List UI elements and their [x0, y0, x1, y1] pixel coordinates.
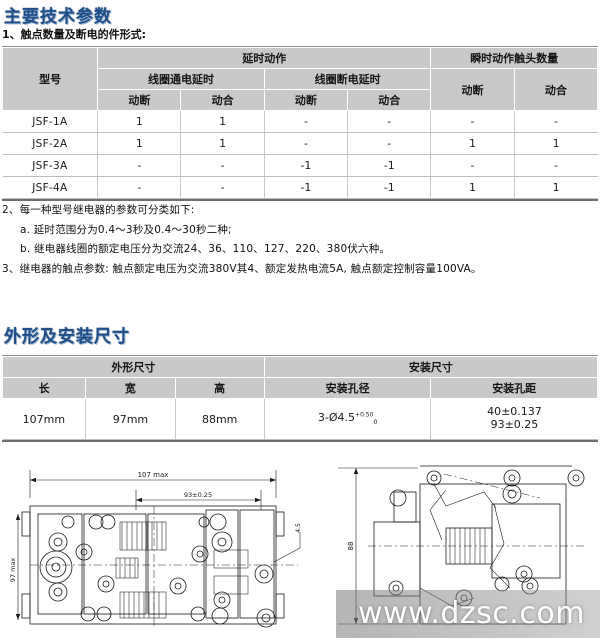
th-outline-dims: 外形尺寸 — [2, 356, 265, 378]
cell-value: -1 — [263, 154, 348, 177]
table-row: JSF-2A 1 1 - - 1 1 — [2, 132, 598, 155]
cell-height: 88mm — [174, 398, 265, 440]
watermark-text: www.dzsc.com — [358, 596, 585, 631]
technical-drawing-top-view: 107 max 93±0.25 97 max 4.5 — [8, 452, 326, 634]
th-width: 宽 — [85, 377, 176, 399]
cell-value: - — [180, 176, 265, 199]
fastener-details — [388, 469, 585, 607]
hole-pitch-line-2: 93±0.25 — [490, 418, 539, 431]
coil-hatching — [115, 521, 249, 619]
th-instant-no: 动合 — [513, 68, 599, 111]
note-item: b. 继电器线圈的额定电压分为交流24、36、110、127、220、380伏六… — [20, 243, 391, 256]
section-subtitle-parameters: 1、触点数量及断电的件形式: — [2, 28, 147, 41]
cell-length: 107mm — [2, 398, 86, 440]
th-coil-energize-delay: 线圈通电延时 — [97, 68, 265, 90]
section-title-dimensions: 外形及安装尺寸 — [4, 327, 130, 347]
center-lines — [368, 473, 586, 547]
cell-value: - — [97, 176, 181, 199]
notes-block: 2、每一种型号继电器的参数可分类如下: a. 延时范围分为0.4～3秒及0.4～… — [2, 203, 598, 282]
cell-value: - — [347, 132, 431, 155]
cell-width: 97mm — [85, 398, 176, 440]
document-page: 主要技术参数 1、触点数量及断电的件形式: 型号 延时动作 瞬时动作触头数量 线… — [0, 0, 600, 643]
cell-model: JSF-2A — [2, 132, 98, 155]
cell-value: - — [347, 110, 431, 133]
dim-label-width: 97 max — [9, 558, 17, 583]
table-header-row-1: 外形尺寸 安装尺寸 — [2, 356, 599, 378]
dimensions-table-wrapper: 外形尺寸 安装尺寸 长 宽 高 安装孔径 安装孔距 107mm 97mm 88m… — [1, 355, 599, 442]
leader-lines — [273, 532, 301, 563]
dim-label-leader: 4.5 — [295, 523, 302, 533]
table-header-row-1: 型号 延时动作 瞬时动作触头数量 — [1, 47, 598, 111]
th-length: 长 — [1, 377, 87, 399]
cell-value: - — [430, 110, 515, 133]
hole-diameter-value: 3-Ø4.5 — [317, 411, 356, 425]
cell-value: - — [430, 154, 515, 177]
dim-label-height: 88 — [347, 542, 355, 551]
parameters-table-wrapper: 型号 延时动作 瞬时动作触头数量 线圈通电延时 线圈断电延时 动断 动合 动断 … — [1, 46, 599, 201]
table-row: JSF-1A 1 1 - - - - — [2, 110, 598, 133]
table-row: 107mm 97mm 88mm 3-Ø4.5+0.500 40±0.137 93… — [2, 398, 598, 440]
cell-value: -1 — [263, 176, 348, 199]
dim-label-length: 107 max — [138, 471, 169, 479]
th-height: 高 — [174, 377, 265, 399]
dimensions-table: 外形尺寸 安装尺寸 长 宽 高 安装孔径 安装孔距 107mm 97mm 88m… — [1, 356, 599, 440]
table-row: JSF-4A - - -1 -1 1 1 — [2, 176, 598, 199]
th-deenergize-no: 动合 — [347, 89, 432, 111]
cell-value: 1 — [97, 132, 181, 155]
table-row: JSF-3A - - -1 -1 - - — [2, 154, 598, 177]
th-coil-deenergize-delay: 线圈断电延时 — [263, 68, 432, 90]
th-delay-action: 延时动作 — [97, 47, 432, 69]
cell-value: - — [513, 110, 598, 133]
cell-value: -1 — [347, 154, 431, 177]
note-item: 2、每一种型号继电器的参数可分类如下: — [2, 204, 195, 216]
hole-diameter-upper-tolerance: +0.50 — [355, 411, 374, 419]
note-item: a. 延时范围分为0.4～3秒及0.4～30秒二种; — [20, 224, 232, 237]
cell-value: 1 — [180, 110, 265, 133]
cell-value: 1 — [513, 176, 598, 199]
drawing-top-view-svg: 107 max 93±0.25 97 max 4.5 — [9, 470, 302, 628]
th-hole-diameter: 安装孔径 — [263, 377, 432, 399]
cell-hole-diameter: 3-Ø4.5+0.500 — [263, 398, 431, 440]
cell-value: - — [97, 154, 181, 177]
dimensions-table-body: 107mm 97mm 88mm 3-Ø4.5+0.500 40±0.137 93… — [2, 398, 598, 440]
section-title-parameters: 主要技术参数 — [4, 7, 112, 27]
cell-hole-pitch: 40±0.137 93±0.25 — [430, 398, 598, 440]
dimensions-table-head: 外形尺寸 安装尺寸 长 宽 高 安装孔径 安装孔距 — [1, 356, 599, 399]
dim-label-hole-pitch: 93±0.25 — [184, 491, 212, 499]
cell-value: 1 — [513, 132, 598, 155]
cell-value: -1 — [347, 176, 431, 199]
parameters-table: 型号 延时动作 瞬时动作触头数量 线圈通电延时 线圈断电延时 动断 动合 动断 … — [1, 47, 599, 199]
cell-value: - — [513, 154, 598, 177]
cell-model: JSF-1A — [2, 110, 98, 133]
th-hole-pitch: 安装孔距 — [430, 377, 598, 399]
cell-value: - — [180, 154, 265, 177]
th-instant-nc: 动断 — [430, 68, 515, 111]
cell-model: JSF-4A — [2, 176, 98, 199]
th-model: 型号 — [1, 47, 99, 111]
parameters-table-head: 型号 延时动作 瞬时动作触头数量 线圈通电延时 线圈断电延时 动断 动合 动断 … — [1, 47, 599, 111]
cell-model: JSF-3A — [2, 154, 98, 177]
cell-value: 1 — [180, 132, 265, 155]
cell-value: 1 — [430, 132, 515, 155]
th-instant-action: 瞬时动作触头数量 — [430, 47, 598, 69]
note-item: 3、继电器的触点参数: 触点额定电压为交流380V其4、额定发热电流5A, 触点… — [2, 262, 482, 275]
th-energize-nc: 动断 — [97, 89, 182, 111]
cell-value: 1 — [97, 110, 181, 133]
table-header-row-2: 长 宽 高 安装孔径 安装孔距 — [1, 377, 598, 399]
cell-value: 1 — [430, 176, 515, 199]
cell-value: - — [263, 132, 348, 155]
th-deenergize-nc: 动断 — [263, 89, 349, 111]
cell-value: - — [263, 110, 348, 133]
parameters-table-body: JSF-1A 1 1 - - - - JSF-2A 1 1 - - 1 1 JS… — [2, 110, 598, 199]
th-energize-no: 动合 — [180, 89, 265, 111]
hole-diameter-lower-tolerance: 0 — [373, 419, 378, 427]
th-mounting-dims: 安装尺寸 — [263, 356, 599, 378]
